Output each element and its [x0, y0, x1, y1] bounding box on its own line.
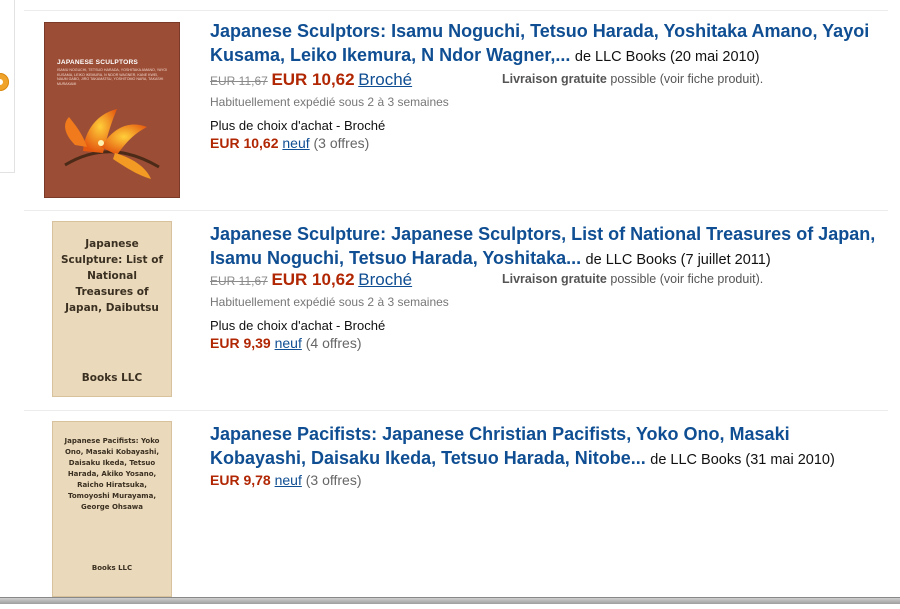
more-buying-choices: Plus de choix d'achat - Broché [210, 318, 386, 333]
cover-title: Japanese Sculpture: List of National Tre… [60, 238, 164, 314]
offers-count: (4 offres) [305, 335, 362, 351]
sale-price: EUR 10,62 [271, 70, 355, 89]
search-result: Japanese Pacifists: Yoko Ono, Masaki Kob… [24, 410, 888, 609]
book-cover-image[interactable]: Japanese Pacifists: Yoko Ono, Masaki Kob… [52, 421, 172, 597]
cover-fine-print: ISAMU NOGUCHI, TETSUO HARADA, YOSHITAKA … [57, 68, 168, 86]
author-date: de LLC Books (7 juillet 2011) [585, 252, 771, 268]
sale-price: EUR 10,62 [271, 270, 355, 289]
cover-publisher: Books LLC [91, 564, 133, 572]
offers-count: (3 offres) [313, 135, 370, 151]
format-link[interactable]: Broché [358, 70, 412, 89]
shipping-info: Livraison gratuite possible (voir fiche … [502, 272, 763, 286]
cover-publisher: Books LLC [81, 372, 143, 384]
product-title-link[interactable]: Japanese Sculpture: Japanese Sculptors, … [210, 224, 875, 268]
author-date: de LLC Books (31 mai 2010) [650, 452, 835, 468]
format-link[interactable]: Broché [358, 270, 412, 289]
availability-text: Habituellement expédié sous 2 à 3 semain… [210, 95, 449, 109]
offers-new-link[interactable]: neuf [275, 335, 302, 351]
search-result: JAPANESE SCULPTORS ISAMU NOGUCHI, TETSUO… [24, 12, 888, 210]
list-price: EUR 11,67 [210, 74, 268, 88]
shipping-info: Livraison gratuite possible (voir fiche … [502, 72, 763, 86]
product-title-link[interactable]: Japanese Sculptors: Isamu Noguchi, Tetsu… [210, 21, 869, 65]
free-shipping-label: Livraison gratuite [502, 272, 607, 286]
offers-price[interactable]: EUR 9,39 [210, 335, 271, 351]
free-shipping-label: Livraison gratuite [502, 72, 607, 86]
offers-count: (3 offres) [305, 472, 362, 488]
offers-price[interactable]: EUR 10,62 [210, 135, 278, 151]
offers-new-link[interactable]: neuf [282, 135, 309, 151]
flower-illustration [64, 109, 160, 179]
book-cover-image[interactable]: JAPANESE SCULPTORS ISAMU NOGUCHI, TETSUO… [44, 22, 180, 198]
result-title-block: Japanese Sculpture: Japanese Sculptors, … [210, 223, 880, 271]
book-cover-image[interactable]: Japanese Sculpture: List of National Tre… [52, 221, 172, 397]
shipping-note: possible (voir fiche produit). [610, 72, 764, 86]
result-title-block: Japanese Sculptors: Isamu Noguchi, Tetsu… [210, 20, 880, 68]
shipping-note: possible (voir fiche produit). [610, 272, 764, 286]
orange-circle-icon[interactable] [0, 73, 9, 91]
offers-line: EUR 10,62 neuf (3 offres) [210, 135, 369, 151]
search-result: Japanese Sculpture: List of National Tre… [24, 210, 888, 409]
offers-price[interactable]: EUR 9,78 [210, 472, 271, 488]
availability-text: Habituellement expédié sous 2 à 3 semain… [210, 295, 449, 309]
price-row: EUR 11,67 EUR 10,62 Broché [210, 70, 412, 94]
result-title-block: Japanese Pacifists: Japanese Christian P… [210, 423, 880, 471]
list-price: EUR 11,67 [210, 274, 268, 288]
offers-new-link[interactable]: neuf [275, 472, 302, 488]
left-rail-panel [0, 0, 15, 173]
offers-line: EUR 9,78 neuf (3 offres) [210, 472, 362, 488]
price-row: EUR 11,67 EUR 10,62 Broché [210, 270, 412, 294]
author-date: de LLC Books (20 mai 2010) [574, 49, 760, 65]
cover-title: JAPANESE SCULPTORS [57, 59, 139, 66]
offers-line: EUR 9,39 neuf (4 offres) [210, 335, 362, 351]
top-divider [24, 10, 888, 11]
window-bottom-edge [0, 597, 900, 604]
cover-title: Japanese Pacifists: Yoko Ono, Masaki Kob… [64, 437, 160, 511]
more-buying-choices: Plus de choix d'achat - Broché [210, 118, 386, 133]
